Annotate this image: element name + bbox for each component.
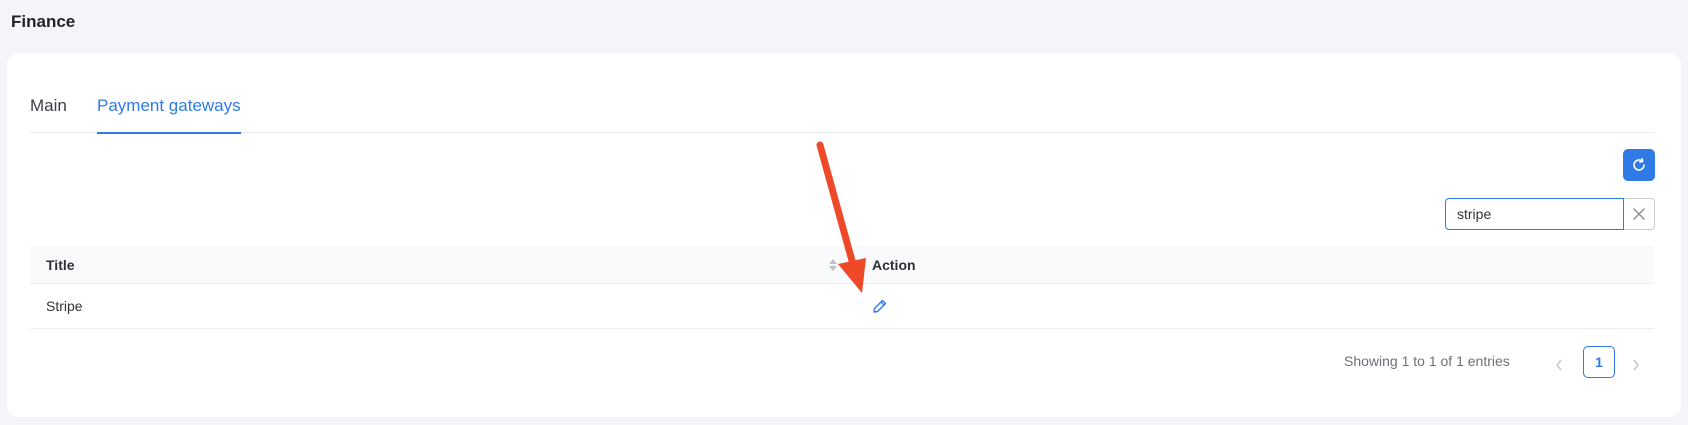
page-title: Finance [11, 12, 76, 31]
refresh-icon [1633, 158, 1645, 171]
table-header: Title Action [30, 246, 1654, 284]
tab-main[interactable]: Main [30, 83, 67, 133]
clear-search-button[interactable] [1624, 198, 1655, 230]
column-header-action: Action [872, 257, 916, 273]
column-header-title[interactable]: Title [46, 246, 75, 284]
gateways-table: Title Action Stripe [30, 246, 1654, 329]
cell-title: Stripe [46, 298, 83, 314]
chevron-left-icon[interactable] [1555, 359, 1563, 371]
pagination-info: Showing 1 to 1 of 1 entries [1344, 353, 1510, 369]
table-row: Stripe [30, 284, 1654, 329]
chevron-right-icon[interactable] [1632, 359, 1640, 371]
refresh-button[interactable] [1623, 149, 1655, 181]
pagination-page-1[interactable]: 1 [1583, 346, 1615, 378]
main-card: Main Payment gateways Title Action Strip… [7, 53, 1681, 417]
pencil-icon[interactable] [872, 298, 888, 314]
search-input[interactable] [1445, 198, 1624, 230]
sort-icon[interactable] [828, 258, 838, 272]
tab-payment-gateways[interactable]: Payment gateways [97, 83, 241, 134]
tab-bar: Main Payment gateways [30, 83, 1654, 134]
search-group [1445, 198, 1655, 230]
close-icon [1633, 208, 1645, 220]
